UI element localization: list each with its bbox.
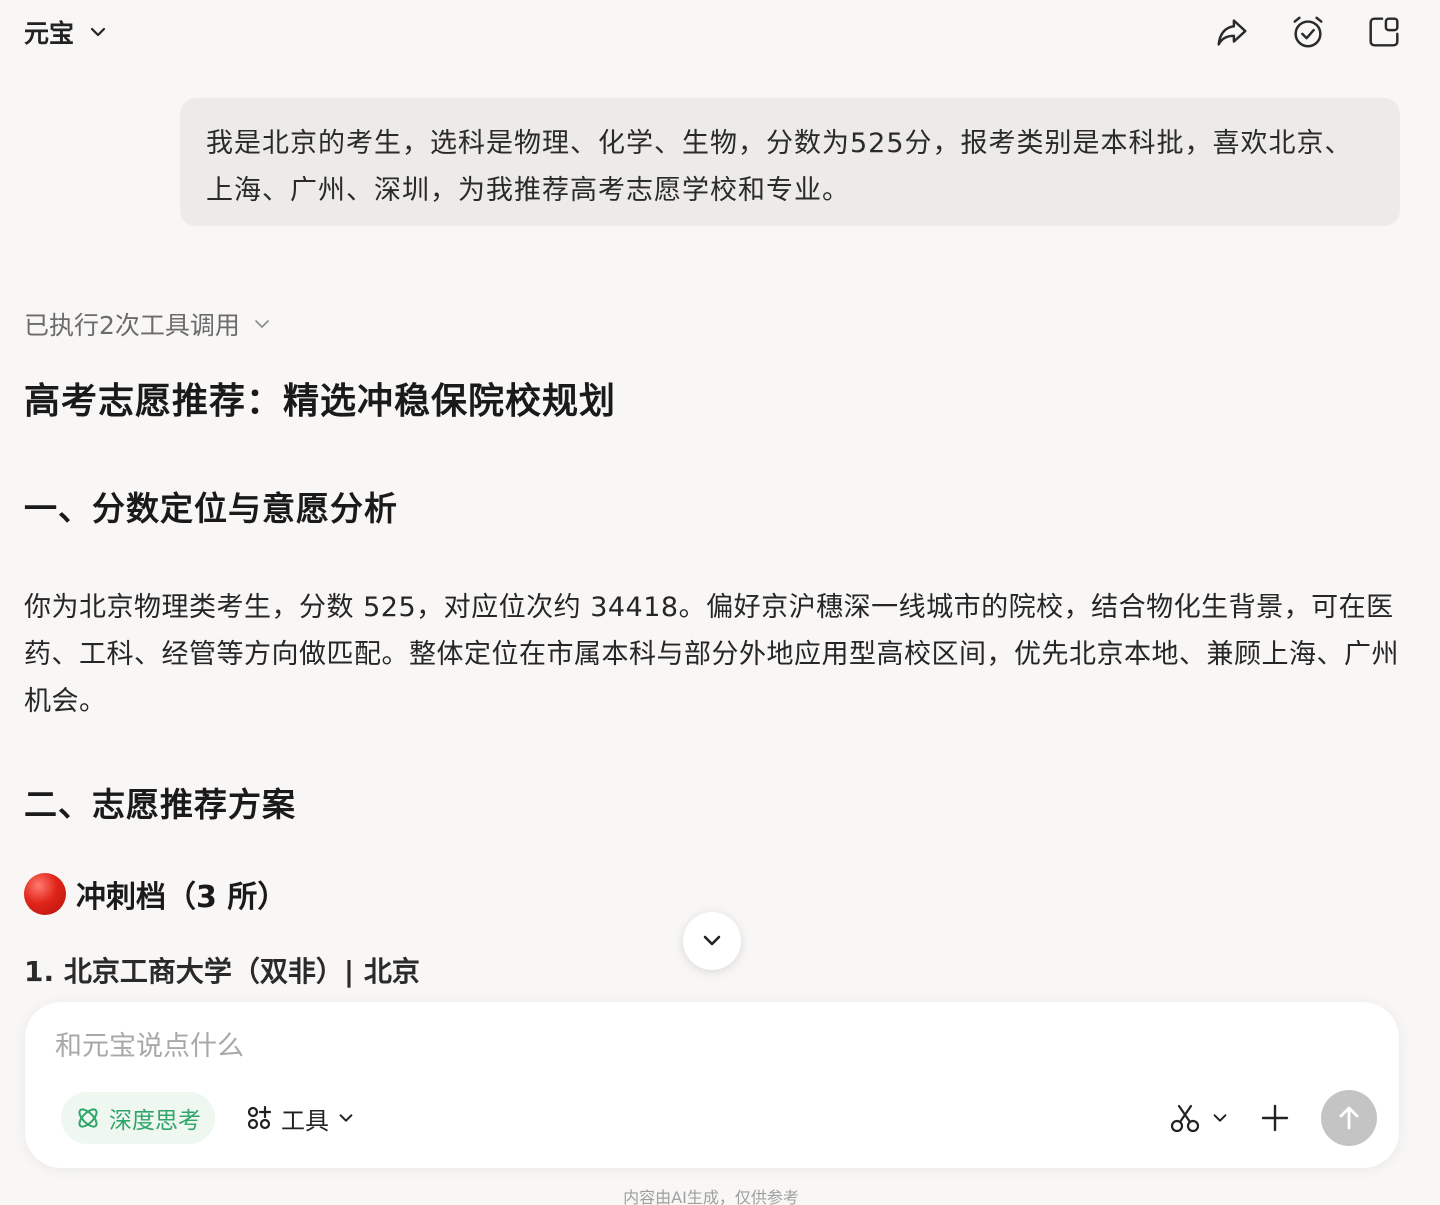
model-mode-button[interactable] (1169, 1102, 1229, 1134)
attach-button[interactable] (1255, 1098, 1295, 1138)
message-input[interactable] (55, 1024, 1355, 1068)
tool-calls-label: 已执行2次工具调用 (24, 311, 240, 340)
deep-think-label: 深度思考 (109, 1108, 201, 1134)
ai-disclaimer: 内容由AI生成，仅供参考 (623, 1188, 799, 1205)
school-item: 1. 北京工商大学（双非）| 北京 (24, 955, 420, 988)
grid-plus-icon (247, 1105, 272, 1130)
top-bar: 元宝 (0, 0, 1440, 70)
plus-icon (1261, 1104, 1289, 1132)
section-paragraph: 你为北京物理类考生，分数 525，对应位次约 34418。偏好京沪穗深一线城市的… (24, 592, 1399, 717)
tier-heading: 冲刺档（3 所） (24, 872, 287, 916)
share-icon (1217, 19, 1247, 46)
model-selector[interactable]: 元宝 (24, 14, 108, 50)
tier-label: 冲刺档（3 所） (76, 880, 288, 915)
deep-think-button[interactable]: 深度思考 (61, 1092, 215, 1144)
chevron-down-icon (339, 1114, 353, 1122)
section-heading: 一、分数定位与意愿分析 (24, 489, 398, 528)
chevron-down-icon (1213, 1114, 1227, 1122)
chevron-down-icon (703, 935, 721, 946)
tools-label: 工具 (281, 1106, 329, 1135)
chevron-down-icon (90, 27, 106, 37)
scissors-icon (1170, 1104, 1200, 1133)
alarm-button[interactable] (1288, 12, 1328, 52)
new-chat-icon (1369, 17, 1399, 47)
tool-calls-toggle[interactable]: 已执行2次工具调用 (24, 306, 272, 342)
share-button[interactable] (1212, 12, 1252, 52)
scroll-to-bottom-button[interactable] (683, 912, 741, 970)
tools-button[interactable]: 工具 (245, 1092, 355, 1144)
chevron-down-icon (255, 320, 269, 328)
app-name: 元宝 (24, 19, 75, 48)
alarm-check-icon (1293, 16, 1323, 48)
new-chat-button[interactable] (1364, 12, 1404, 52)
composer: 深度思考 工具 (25, 1002, 1399, 1168)
section-heading: 二、志愿推荐方案 (24, 785, 296, 824)
arrow-up-icon (1339, 1106, 1359, 1130)
response-title: 高考志愿推荐：精选冲稳保院校规划 (24, 381, 617, 422)
send-button[interactable] (1321, 1090, 1377, 1146)
user-message: 我是北京的考生，选科是物理、化学、生物，分数为525分，报考类别是本科批，喜欢北… (180, 98, 1400, 226)
red-circle-icon (24, 873, 66, 915)
atom-icon (78, 1108, 98, 1128)
